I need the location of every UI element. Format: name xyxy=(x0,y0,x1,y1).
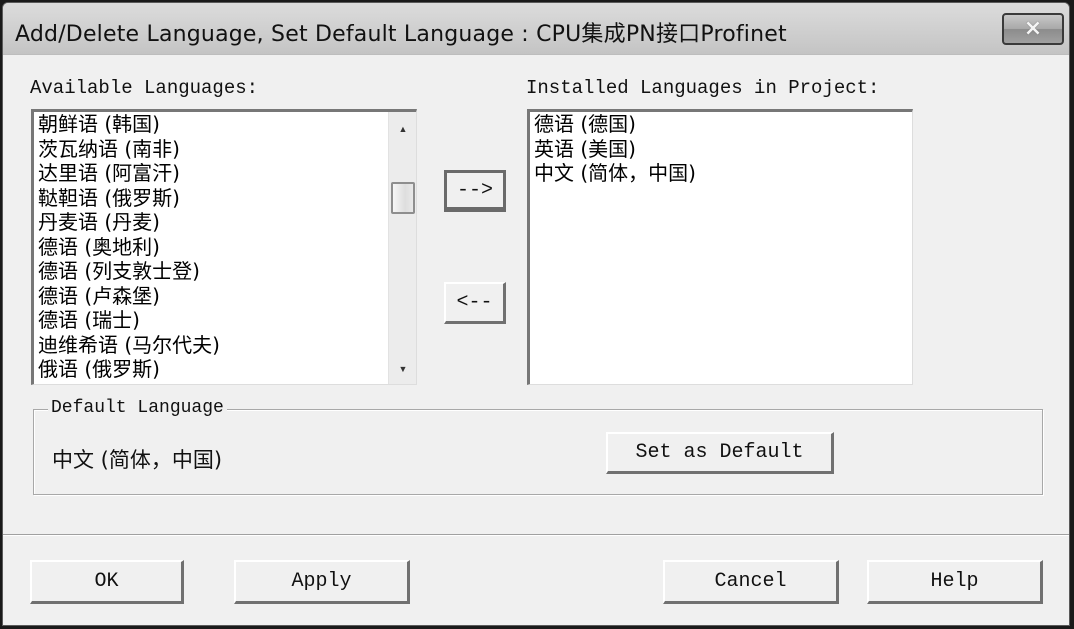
default-language-group: Default Language 中文 (简体，中国) Set as Defau… xyxy=(33,398,1043,495)
list-item[interactable]: 迪维希语 (马尔代夫) xyxy=(38,333,220,358)
list-item[interactable]: 中文 (简体，中国) xyxy=(534,161,696,186)
list-item[interactable]: 德语 (列支敦士登) xyxy=(38,259,220,284)
scroll-thumb[interactable] xyxy=(391,182,415,214)
list-item[interactable]: 朝鲜语 (韩国) xyxy=(38,112,220,137)
dialog-title: Add/Delete Language, Set Default Languag… xyxy=(15,22,787,47)
ok-button[interactable]: OK xyxy=(30,560,184,604)
close-button[interactable]: × xyxy=(1002,13,1064,45)
close-icon: × xyxy=(1023,16,1043,41)
scroll-down-button[interactable]: ▼ xyxy=(389,356,416,382)
help-button[interactable]: Help xyxy=(867,560,1043,604)
language-dialog: Add/Delete Language, Set Default Languag… xyxy=(2,2,1070,626)
remove-language-button[interactable]: <-- xyxy=(444,282,506,324)
available-list-scrollbar[interactable]: ▲ ▼ xyxy=(388,112,416,384)
scroll-up-icon: ▲ xyxy=(398,124,408,134)
list-item[interactable]: 德语 (瑞士) xyxy=(38,308,220,333)
default-language-value: 中文 (简体，中国) xyxy=(52,448,223,472)
scroll-down-icon: ▼ xyxy=(398,364,408,374)
default-language-group-label: Default Language xyxy=(48,398,227,418)
list-item[interactable]: 丹麦语 (丹麦) xyxy=(38,210,220,235)
list-item[interactable]: 鞑靼语 (俄罗斯) xyxy=(38,186,220,211)
set-as-default-button[interactable]: Set as Default xyxy=(606,432,834,474)
available-languages-list[interactable]: 朝鲜语 (韩国) 茨瓦纳语 (南非) 达里语 (阿富汗) 鞑靼语 (俄罗斯) 丹麦语 (… xyxy=(31,109,417,385)
list-item[interactable]: 达里语 (阿富汗) xyxy=(38,161,220,186)
available-languages-label: Available Languages: xyxy=(30,77,259,99)
list-item[interactable]: 英语 (美国) xyxy=(534,137,696,162)
list-item[interactable]: 德语 (卢森堡) xyxy=(38,284,220,309)
scroll-up-button[interactable]: ▲ xyxy=(389,116,416,142)
list-item[interactable]: 德语 (德国) xyxy=(534,112,696,137)
list-item[interactable]: 俄语 (俄罗斯) xyxy=(38,357,220,382)
installed-languages-list[interactable]: 德语 (德国) 英语 (美国) 中文 (简体，中国) xyxy=(527,109,913,385)
title-bar: Add/Delete Language, Set Default Languag… xyxy=(3,3,1069,55)
cancel-button[interactable]: Cancel xyxy=(663,560,839,604)
installed-languages-label: Installed Languages in Project: xyxy=(526,77,880,99)
add-language-button[interactable]: --> xyxy=(444,170,506,212)
footer-separator xyxy=(3,534,1069,536)
list-item[interactable]: 茨瓦纳语 (南非) xyxy=(38,137,220,162)
available-languages-items: 朝鲜语 (韩国) 茨瓦纳语 (南非) 达里语 (阿富汗) 鞑靼语 (俄罗斯) 丹麦语 (… xyxy=(38,112,220,382)
apply-button[interactable]: Apply xyxy=(234,560,410,604)
installed-languages-items: 德语 (德国) 英语 (美国) 中文 (简体，中国) xyxy=(534,112,696,186)
list-item[interactable]: 德语 (奥地利) xyxy=(38,235,220,260)
